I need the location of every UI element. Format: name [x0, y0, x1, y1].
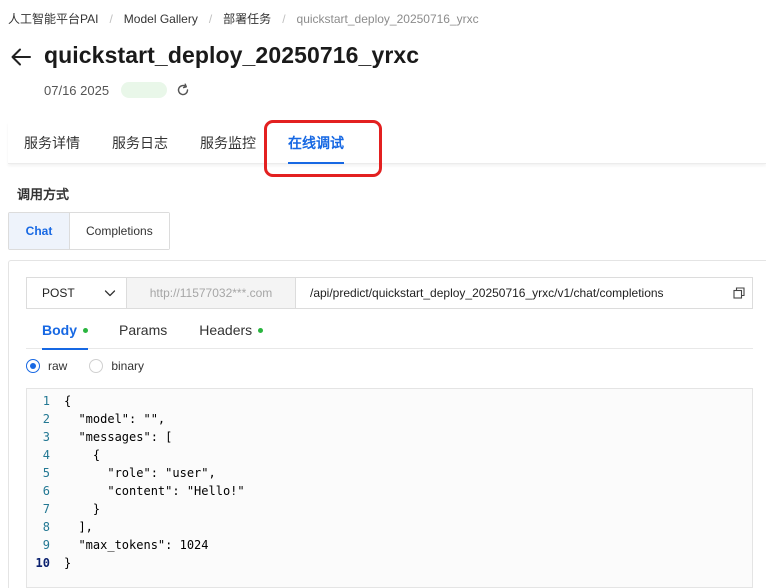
code-line: 2 "model": "",	[27, 410, 165, 428]
breadcrumb-item-model-gallery[interactable]: Model Gallery	[124, 12, 198, 26]
status-dot	[258, 328, 264, 333]
breadcrumb-item-current: quickstart_deploy_20250716_yrxc	[296, 11, 479, 26]
radio-raw-label[interactable]: raw	[48, 359, 67, 373]
status-badge	[121, 82, 168, 98]
service-tabs: 服务详情 服务日志 服务监控 在线调试	[8, 122, 766, 164]
tab-params[interactable]: Params	[119, 317, 167, 349]
tab-service-details[interactable]: 服务详情	[8, 122, 96, 164]
invoke-mode-toggle: Chat Completions	[8, 212, 170, 250]
invoke-method-label: 调用方式	[17, 187, 70, 202]
line-number: 1	[42, 394, 50, 408]
host-field: http://11577032***.com	[127, 278, 296, 308]
code-text: }	[64, 556, 72, 570]
line-number: 9	[42, 538, 50, 552]
code-line: 6 "content": "Hello!"	[27, 482, 245, 500]
code-text: "max_tokens": 1024	[64, 538, 209, 552]
mode-completions-button[interactable]: Completions	[70, 213, 169, 249]
code-text: {	[64, 448, 101, 462]
code-text: "content": "Hello!"	[64, 484, 245, 498]
tab-online-debug[interactable]: 在线调试	[272, 122, 360, 164]
tab-params-label: Params	[119, 322, 168, 338]
method-select[interactable]: POST	[27, 278, 127, 308]
line-number: 3	[42, 430, 50, 444]
tab-service-monitoring[interactable]: 服务监控	[184, 122, 272, 164]
radio-raw[interactable]	[26, 359, 40, 373]
tab-headers-label: Headers	[199, 322, 253, 338]
radio-binary[interactable]	[89, 359, 104, 373]
mode-chat-button[interactable]: Chat	[9, 213, 70, 249]
method-value: POST	[42, 286, 75, 300]
code-line: 7 }	[27, 500, 100, 518]
code-line: 4 {	[27, 446, 100, 464]
code-text: {	[64, 394, 72, 408]
chevron-down-icon	[104, 290, 116, 297]
line-number: 4	[42, 448, 50, 462]
line-number: 6	[42, 484, 50, 498]
breadcrumb-separator: /	[109, 11, 113, 26]
status-dot	[83, 328, 88, 333]
tab-headers[interactable]: Headers	[199, 317, 264, 349]
breadcrumb: 人工智能平台PAI / Model Gallery / 部署任务 / quick…	[8, 10, 479, 27]
code-line: 5 "role": "user",	[27, 464, 216, 482]
code-text: "model": "",	[64, 412, 166, 426]
tab-body[interactable]: Body	[42, 317, 88, 350]
line-number: 7	[42, 502, 50, 516]
tab-service-logs[interactable]: 服务日志	[96, 122, 184, 164]
copy-icon[interactable]	[733, 287, 745, 299]
line-number: 5	[42, 466, 50, 480]
code-editor[interactable]: 1{2 "model": "", 3 "messages": [4 {5 "rol…	[26, 388, 753, 588]
code-line: 1{	[27, 392, 71, 410]
request-panel: POST http://11577032***.com /api/predict…	[8, 260, 766, 588]
path-input[interactable]: /api/predict/quickstart_deploy_20250716_…	[296, 278, 733, 308]
code-line: 10}	[27, 554, 72, 572]
url-bar: POST http://11577032***.com /api/predict…	[26, 277, 753, 309]
breadcrumb-item-deploy-tasks[interactable]: 部署任务	[223, 10, 271, 27]
code-text: "role": "user",	[64, 466, 216, 480]
page-title: quickstart_deploy_20250716_yrxc	[44, 42, 420, 68]
code-text: ],	[64, 520, 93, 534]
code-text: "messages": [	[64, 430, 173, 444]
code-line: 9 "max_tokens": 1024	[27, 536, 209, 554]
breadcrumb-separator: /	[282, 11, 286, 26]
refresh-icon[interactable]	[176, 83, 190, 97]
request-sub-tabs: Body Params Headers	[26, 317, 753, 350]
breadcrumb-separator: /	[208, 11, 213, 26]
radio-binary-label[interactable]: binary	[111, 359, 144, 373]
deploy-date: 07/16 2025	[44, 82, 110, 98]
line-number: 2	[42, 412, 50, 426]
back-arrow-icon[interactable]	[10, 46, 32, 68]
code-text: }	[64, 502, 101, 516]
code-line: 8 ],	[27, 518, 93, 536]
code-line: 3 "messages": [	[27, 428, 173, 446]
meta-row: 07/16 2025	[44, 82, 190, 98]
breadcrumb-item-pai[interactable]: 人工智能平台PAI	[8, 10, 98, 27]
body-type-radio-group: raw binary	[26, 359, 166, 373]
line-number: 10	[35, 556, 50, 570]
line-number: 8	[42, 520, 50, 534]
tab-body-label: Body	[42, 322, 77, 338]
